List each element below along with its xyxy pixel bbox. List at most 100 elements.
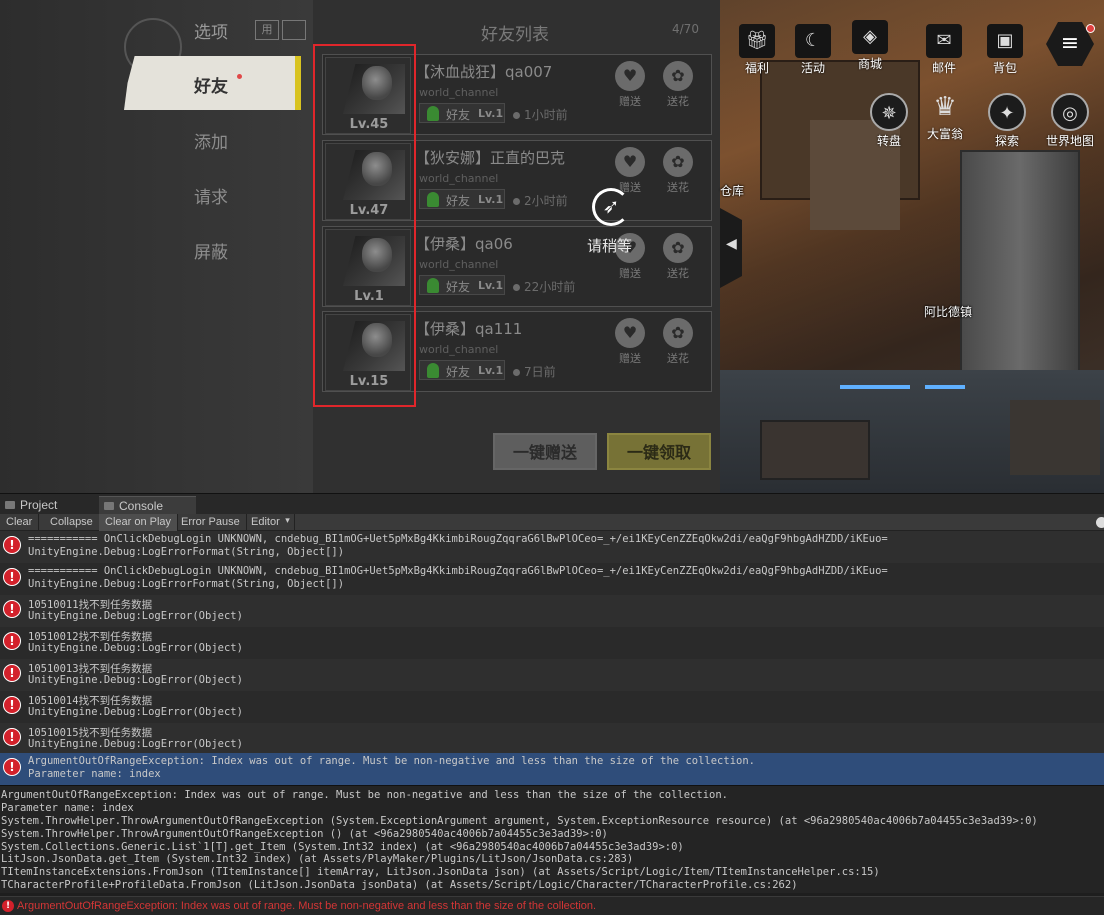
error-icon: ! [3, 600, 21, 618]
options-menu: 选项 用 好友 添加 请求 屏蔽 [0, 0, 313, 493]
error-icon: ! [3, 632, 21, 650]
stacktrace-line[interactable]: System.ThrowHelper.ThrowArgumentOutOfRan… [0, 828, 1104, 841]
search-toggle-icon[interactable] [1096, 517, 1104, 528]
person-icon [427, 363, 439, 378]
last-online: 7日前 [513, 363, 556, 380]
send-flower-button[interactable]: ✿ 送花 [661, 318, 695, 368]
stacktrace-panel[interactable]: ArgumentOutOfRangeException: Index was o… [0, 785, 1104, 893]
heart-icon: ♥ [615, 318, 645, 348]
stacktrace-line[interactable]: LitJson.JsonData.get_Item (System.Int32 … [0, 853, 1104, 866]
error-icon: ! [3, 664, 21, 682]
friendship-badge: 好友 Lv.1 [419, 275, 505, 295]
log-entry[interactable]: ! 10510011找不到任务数据 UnityEngine.Debug:LogErr… [0, 595, 1104, 627]
send-flower-button[interactable]: ✿ 送花 [661, 147, 695, 197]
friendship-badge: 好友 Lv.1 [419, 360, 505, 380]
menu-item-friends-label[interactable]: 好友 [194, 72, 228, 97]
stacktrace-line: ArgumentOutOfRangeException: Index was o… [1, 789, 728, 801]
monopoly-button[interactable]: ♛ 大富翁 [921, 90, 969, 142]
heart-icon: ♥ [615, 61, 645, 91]
claim-all-button[interactable]: 一键领取 [607, 433, 711, 470]
log-list[interactable]: ! =========== OnClickDebugLogin UNKNOWN, … [0, 531, 1104, 785]
gift-button[interactable]: ♥ 赠送 [613, 318, 647, 368]
friend-name: 【伊桑】qa06 [415, 235, 513, 253]
friend-channel: world_channel [419, 172, 499, 185]
events-button[interactable]: ☾ 活动 [789, 24, 837, 76]
gift-button[interactable]: ♥ 赠送 [613, 61, 647, 111]
gift-all-button[interactable]: 一键赠送 [493, 433, 597, 470]
welfare-button[interactable]: 🎁︎ 福利 [733, 24, 781, 76]
bag-icon: ◈ [852, 20, 888, 54]
stacktrace-line[interactable]: TCharacterProfile+ProfileData.FromJson (… [0, 879, 1104, 892]
menu-item-add[interactable]: 添加 [194, 128, 228, 153]
send-flower-button[interactable]: ✿ 送花 [661, 233, 695, 283]
friend-channel: world_channel [419, 258, 499, 271]
friend-channel: world_channel [419, 343, 499, 356]
notification-dot [1086, 24, 1095, 33]
log-entry[interactable]: ! 10510013找不到任务数据 UnityEngine.Debug:LogErr… [0, 659, 1104, 691]
last-online: 2小时前 [513, 192, 568, 209]
backpack-button[interactable]: ▣ 背包 [981, 24, 1029, 76]
friend-name: 【伊桑】qa111 [415, 320, 523, 338]
error-icon: ! [3, 536, 21, 554]
explore-button[interactable]: ✦ 探索 [983, 93, 1031, 149]
world-map-button[interactable]: ◎ 世界地图 [1046, 93, 1094, 149]
log-entry[interactable]: ! 10510014找不到任务数据 UnityEngine.Debug:LogErr… [0, 691, 1104, 723]
log-entry[interactable]: ! 10510015找不到任务数据 UnityEngine.Debug:LogErr… [0, 723, 1104, 755]
shop-button[interactable]: ◈ 商城 [846, 20, 894, 72]
status-bar[interactable]: ! ArgumentOutOfRangeException: Index was… [0, 896, 1104, 915]
log-entry[interactable]: ! 10510012找不到任务数据 UnityEngine.Debug:LogErr… [0, 627, 1104, 659]
stacktrace-line[interactable]: System.ThrowHelper.ThrowArgumentOutOfRan… [0, 815, 1104, 828]
stacktrace-line[interactable]: TItemInstanceExtensions.FromJson (TItemI… [0, 866, 1104, 879]
options-title: 选项 [194, 23, 228, 43]
friend-count: 4/70 [672, 22, 699, 36]
log-entry[interactable]: ! =========== OnClickDebugLogin UNKNOWN, … [0, 531, 1104, 563]
panel-title: 好友列表 [481, 25, 549, 45]
gift-icon: 🎁︎ [739, 24, 775, 58]
stacktrace-line: Parameter name: index [1, 801, 134, 814]
chevron-left-icon: ◀ [726, 236, 737, 252]
error-icon: ! [3, 568, 21, 586]
last-online: 22小时前 [513, 278, 575, 295]
clear-button[interactable]: Clear [0, 514, 40, 531]
wheel-button[interactable]: ✵ 转盘 [865, 93, 913, 149]
game-view[interactable]: 选项 用 好友 添加 请求 屏蔽 好友列表 4/70 Lv.45 【沐血战狂】q… [0, 0, 1104, 493]
backpack-icon: ▣ [987, 24, 1023, 58]
last-online: 1小时前 [513, 106, 568, 123]
friend-name: 【沐血战狂】qa007 [415, 63, 553, 81]
hat-icon: ♛ [933, 92, 957, 122]
collapse-toggle[interactable]: Collapse [44, 514, 100, 531]
tab-console[interactable]: Console [99, 496, 196, 515]
loading-text: 请稍等 [587, 237, 633, 255]
log-entry[interactable]: ! =========== OnClickDebugLogin UNKNOWN, … [0, 563, 1104, 595]
error-pause-toggle[interactable]: Error Pause [175, 514, 247, 531]
folder-icon [5, 501, 15, 509]
send-flower-button[interactable]: ✿ 送花 [661, 61, 695, 111]
friendship-badge: 好友 Lv.1 [419, 103, 505, 123]
flower-icon: ✿ [663, 318, 693, 348]
person-icon [427, 278, 439, 293]
avatar-highlight-box [313, 44, 416, 407]
menu-item-requests[interactable]: 请求 [194, 183, 228, 208]
moon-icon: ☾ [795, 24, 831, 58]
error-icon: ! [3, 696, 21, 714]
editor-tab-bar: Project Console [0, 493, 1104, 515]
menu-active-indicator [295, 56, 301, 110]
console-toolbar: Clear Collapse Clear on Play Error Pause… [0, 514, 1104, 531]
person-icon [427, 192, 439, 207]
editor-dropdown[interactable]: Editor [245, 514, 295, 531]
heart-icon: ♥ [615, 147, 645, 177]
friendship-badge: 好友 Lv.1 [419, 189, 505, 209]
globe-icon: ◎ [1051, 93, 1089, 131]
collapse-panel-button[interactable]: ◀ [720, 208, 742, 288]
stacktrace-line[interactable]: System.Collections.Generic.List`1[T].get… [0, 841, 1104, 854]
hamburger-icon: ≡ [1060, 31, 1080, 56]
clear-on-play-toggle[interactable]: Clear on Play [99, 514, 179, 531]
flower-icon: ✿ [663, 147, 693, 177]
tab-project[interactable]: Project [0, 496, 63, 515]
status-message[interactable]: ArgumentOutOfRangeException: Index was o… [17, 900, 596, 912]
town-label: 阿比德镇 [924, 305, 973, 319]
mail-button[interactable]: ✉ 邮件 [920, 24, 968, 76]
log-entry-selected[interactable]: ! ArgumentOutOfRangeException: Index was … [0, 753, 1104, 785]
menu-item-blocked[interactable]: 屏蔽 [194, 238, 228, 263]
compass-icon: ✦ [988, 93, 1026, 131]
